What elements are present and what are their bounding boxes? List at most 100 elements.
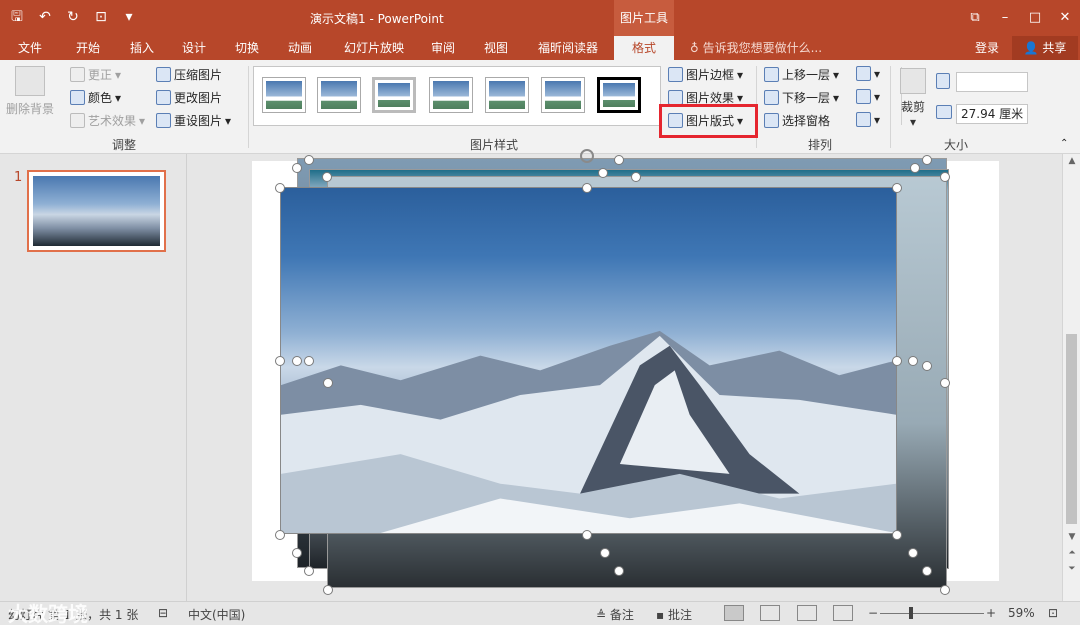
remove-background-button[interactable]: 删除背景 bbox=[4, 66, 56, 117]
tell-me-search[interactable]: ♁ 告诉我您想要做什么... bbox=[690, 36, 822, 60]
save-icon[interactable]: 🖫 bbox=[6, 6, 28, 28]
zoom-level[interactable]: 59% bbox=[1008, 606, 1035, 620]
resize-handle[interactable] bbox=[922, 566, 932, 576]
rotate-handle-icon[interactable] bbox=[580, 149, 594, 163]
color-button[interactable]: 颜色 ▾ bbox=[70, 89, 121, 106]
style-thumb-3[interactable] bbox=[372, 77, 416, 113]
corrections-button[interactable]: 更正 ▾ bbox=[70, 66, 121, 83]
height-input[interactable] bbox=[956, 72, 1028, 92]
compress-pictures-button[interactable]: 压缩图片 bbox=[156, 66, 222, 83]
bring-forward-button[interactable]: 上移一层 ▾ bbox=[764, 66, 839, 83]
zoom-out-icon[interactable]: − bbox=[868, 606, 878, 620]
undo-icon[interactable]: ↶ bbox=[34, 6, 56, 28]
share-button[interactable]: 👤 共享 bbox=[1012, 36, 1078, 60]
tab-view[interactable]: 视图 bbox=[474, 36, 518, 60]
resize-handle[interactable] bbox=[275, 183, 285, 193]
present-icon[interactable]: ⊡ bbox=[90, 6, 112, 28]
resize-handle[interactable] bbox=[582, 530, 592, 540]
artistic-effects-button[interactable]: 艺术效果 ▾ bbox=[70, 112, 145, 129]
tab-file[interactable]: 文件 bbox=[8, 36, 52, 60]
style-thumb-2[interactable] bbox=[317, 77, 361, 113]
notes-button[interactable]: ≜ 备注 bbox=[596, 606, 634, 623]
resize-handle[interactable] bbox=[908, 356, 918, 366]
resize-handle[interactable] bbox=[322, 172, 332, 182]
rotate-button[interactable]: ▾ bbox=[856, 112, 880, 127]
style-thumb-4[interactable] bbox=[429, 77, 473, 113]
reset-picture-button[interactable]: 重设图片 ▾ bbox=[156, 112, 231, 129]
tab-slideshow[interactable]: 幻灯片放映 bbox=[334, 36, 414, 60]
resize-handle[interactable] bbox=[908, 548, 918, 558]
style-thumb-5[interactable] bbox=[485, 77, 529, 113]
width-input[interactable]: 27.94 厘米 bbox=[956, 104, 1028, 124]
resize-handle[interactable] bbox=[600, 548, 610, 558]
resize-handle[interactable] bbox=[614, 155, 624, 165]
tab-insert[interactable]: 插入 bbox=[120, 36, 164, 60]
resize-handle[interactable] bbox=[892, 530, 902, 540]
resize-handle[interactable] bbox=[292, 356, 302, 366]
spelling-icon[interactable]: ⊟ bbox=[158, 606, 168, 620]
redo-icon[interactable]: ↻ bbox=[62, 6, 84, 28]
style-thumb-6[interactable] bbox=[541, 77, 585, 113]
slideshow-view-icon[interactable] bbox=[833, 605, 853, 621]
fit-to-window-icon[interactable]: ⊡ bbox=[1048, 606, 1058, 620]
vertical-scrollbar[interactable]: ▲ ▼ ⏶ ⏷ bbox=[1062, 154, 1080, 601]
selected-picture-mountains[interactable] bbox=[280, 187, 897, 534]
change-picture-button[interactable]: 更改图片 bbox=[156, 89, 222, 106]
scroll-down-icon[interactable]: ▼ bbox=[1063, 532, 1080, 542]
next-slide-icon[interactable]: ⏷ bbox=[1063, 564, 1080, 574]
resize-handle[interactable] bbox=[922, 155, 932, 165]
resize-handle[interactable] bbox=[598, 168, 608, 178]
tab-transitions[interactable]: 切换 bbox=[225, 36, 269, 60]
resize-handle[interactable] bbox=[631, 172, 641, 182]
group-button[interactable]: ▾ bbox=[856, 89, 880, 104]
resize-handle[interactable] bbox=[275, 530, 285, 540]
resize-handle[interactable] bbox=[582, 183, 592, 193]
scroll-thumb[interactable] bbox=[1066, 334, 1077, 524]
tab-animations[interactable]: 动画 bbox=[278, 36, 322, 60]
resize-handle[interactable] bbox=[892, 183, 902, 193]
crop-button[interactable]: 裁剪 ▾ bbox=[896, 68, 930, 129]
resize-handle[interactable] bbox=[892, 356, 902, 366]
minimize-icon[interactable]: – bbox=[990, 0, 1020, 36]
reading-view-icon[interactable] bbox=[797, 605, 817, 621]
resize-handle[interactable] bbox=[940, 172, 950, 182]
resize-handle[interactable] bbox=[292, 163, 302, 173]
language-indicator[interactable]: 中文(中国) bbox=[188, 606, 245, 623]
ribbon-display-icon[interactable]: ⧉ bbox=[960, 0, 990, 36]
style-thumb-7[interactable] bbox=[597, 77, 641, 113]
tab-format[interactable]: 格式 bbox=[614, 36, 674, 60]
slide-sorter-icon[interactable] bbox=[760, 605, 780, 621]
prev-slide-icon[interactable]: ⏶ bbox=[1063, 548, 1080, 558]
resize-handle[interactable] bbox=[323, 378, 333, 388]
resize-handle[interactable] bbox=[910, 163, 920, 173]
resize-handle[interactable] bbox=[275, 356, 285, 366]
resize-handle[interactable] bbox=[940, 378, 950, 388]
maximize-icon[interactable]: □ bbox=[1020, 0, 1050, 36]
tab-foxit-reader[interactable]: 福昕阅读器 bbox=[528, 36, 608, 60]
collapse-ribbon-icon[interactable]: ⌃ bbox=[1060, 138, 1068, 149]
zoom-slider[interactable] bbox=[880, 613, 984, 614]
zoom-slider-knob[interactable] bbox=[909, 607, 913, 619]
resize-handle[interactable] bbox=[304, 155, 314, 165]
picture-border-button[interactable]: 图片边框 ▾ bbox=[668, 66, 743, 83]
resize-handle[interactable] bbox=[304, 566, 314, 576]
login-link[interactable]: 登录 bbox=[975, 36, 999, 60]
resize-handle[interactable] bbox=[292, 548, 302, 558]
send-backward-button[interactable]: 下移一层 ▾ bbox=[764, 89, 839, 106]
customize-icon[interactable]: ▾ bbox=[118, 6, 140, 28]
slide-thumbnail[interactable] bbox=[27, 170, 166, 252]
resize-handle[interactable] bbox=[304, 356, 314, 366]
normal-view-icon[interactable] bbox=[724, 605, 744, 621]
align-button[interactable]: ▾ bbox=[856, 66, 880, 81]
tab-review[interactable]: 审阅 bbox=[421, 36, 465, 60]
tab-home[interactable]: 开始 bbox=[66, 36, 110, 60]
tab-design[interactable]: 设计 bbox=[172, 36, 216, 60]
resize-handle[interactable] bbox=[922, 361, 932, 371]
zoom-in-icon[interactable]: + bbox=[986, 606, 996, 620]
scroll-up-icon[interactable]: ▲ bbox=[1063, 156, 1080, 166]
close-icon[interactable]: ✕ bbox=[1050, 0, 1080, 36]
comments-button[interactable]: ▪ 批注 bbox=[656, 606, 692, 623]
resize-handle[interactable] bbox=[940, 585, 950, 595]
resize-handle[interactable] bbox=[323, 585, 333, 595]
selection-pane-button[interactable]: 选择窗格 bbox=[764, 112, 830, 129]
